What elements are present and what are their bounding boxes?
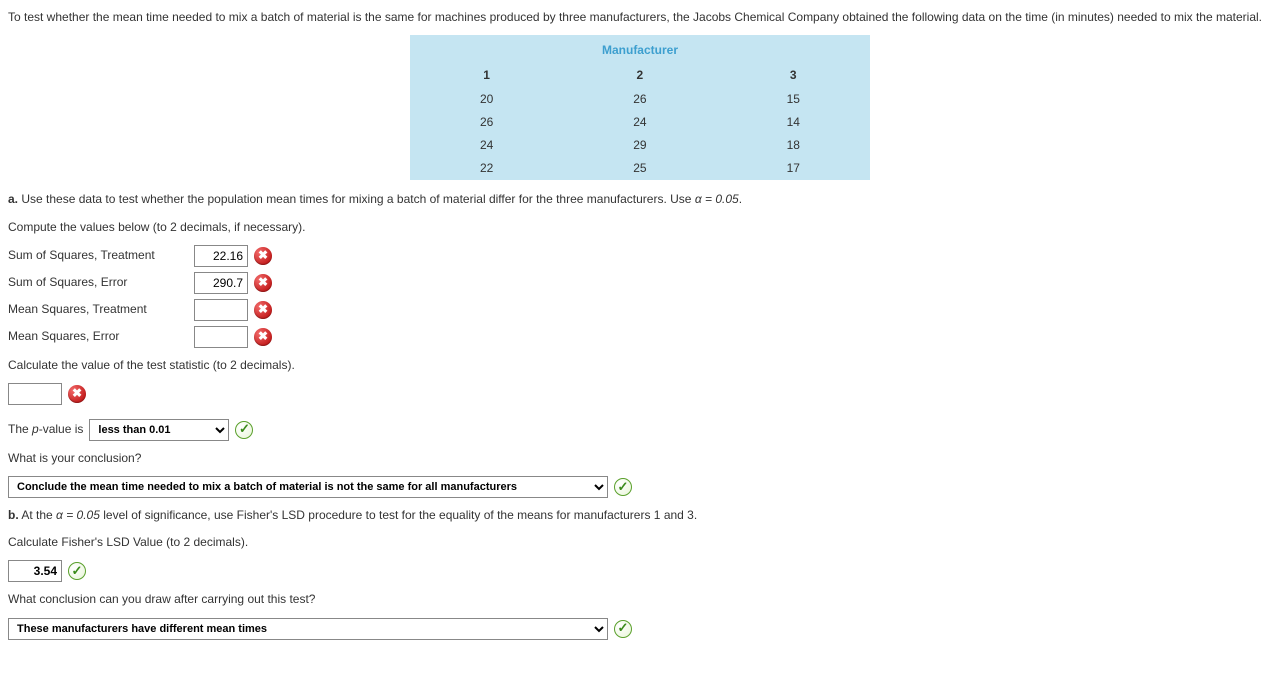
col-2: 2: [563, 64, 716, 87]
cell: 17: [717, 157, 870, 180]
manufacturer-table: Manufacturer 1 2 3 20 26 15 26 24 14 24 …: [410, 35, 870, 180]
wrong-icon: ✖: [254, 328, 272, 346]
sst-label: Sum of Squares, Treatment: [8, 246, 188, 265]
cell: 20: [410, 88, 563, 111]
correct-icon: ✓: [614, 478, 632, 496]
cell: 22: [410, 157, 563, 180]
conclusion-a-select[interactable]: Conclude the mean time needed to mix a b…: [8, 476, 608, 498]
sse-label: Sum of Squares, Error: [8, 273, 188, 292]
col-3: 3: [717, 64, 870, 87]
mst-input[interactable]: [194, 299, 248, 321]
test-stat-instruction: Calculate the value of the test statisti…: [8, 356, 1272, 375]
cell: 26: [563, 88, 716, 111]
wrong-icon: ✖: [254, 301, 272, 319]
data-table-container: Manufacturer 1 2 3 20 26 15 26 24 14 24 …: [410, 35, 870, 180]
cell: 25: [563, 157, 716, 180]
cell: 26: [410, 111, 563, 134]
cell: 24: [563, 111, 716, 134]
wrong-icon: ✖: [254, 274, 272, 292]
test-stat-input[interactable]: [8, 383, 62, 405]
cell: 24: [410, 134, 563, 157]
correct-icon: ✓: [68, 562, 86, 580]
part-a-text: Use these data to test whether the popul…: [21, 192, 694, 206]
part-b-text2: level of significance, use Fisher's LSD …: [100, 508, 697, 522]
sse-input[interactable]: [194, 272, 248, 294]
correct-icon: ✓: [235, 421, 253, 439]
cell: 15: [717, 88, 870, 111]
part-a-prompt: a. Use these data to test whether the po…: [8, 190, 1272, 209]
col-1: 1: [410, 64, 563, 87]
lsd-instruction: Calculate Fisher's LSD Value (to 2 decim…: [8, 533, 1272, 552]
table-header: Manufacturer: [410, 35, 870, 64]
mse-input[interactable]: [194, 326, 248, 348]
conclusion-b-select[interactable]: These manufacturers have different mean …: [8, 618, 608, 640]
alpha-a: α = 0.05: [695, 192, 739, 206]
cell: 14: [717, 111, 870, 134]
period: .: [739, 192, 742, 206]
pvalue-label: The p-value is: [8, 420, 83, 439]
conclusion-q-b: What conclusion can you draw after carry…: [8, 590, 1272, 609]
alpha-b: α = 0.05: [56, 508, 100, 522]
lsd-input[interactable]: [8, 560, 62, 582]
mse-label: Mean Squares, Error: [8, 327, 188, 346]
mst-label: Mean Squares, Treatment: [8, 300, 188, 319]
intro-text: To test whether the mean time needed to …: [8, 8, 1272, 27]
cell: 29: [563, 134, 716, 157]
compute-instruction: Compute the values below (to 2 decimals,…: [8, 218, 1272, 237]
pvalue-select[interactable]: less than 0.01: [89, 419, 229, 441]
correct-icon: ✓: [614, 620, 632, 638]
part-b-prompt: b. At the α = 0.05 level of significance…: [8, 506, 1272, 525]
conclusion-q-a: What is your conclusion?: [8, 449, 1272, 468]
part-b-text1: At the: [21, 508, 56, 522]
wrong-icon: ✖: [68, 385, 86, 403]
wrong-icon: ✖: [254, 247, 272, 265]
part-a-label: a.: [8, 192, 18, 206]
cell: 18: [717, 134, 870, 157]
part-b-label: b.: [8, 508, 19, 522]
sst-input[interactable]: [194, 245, 248, 267]
